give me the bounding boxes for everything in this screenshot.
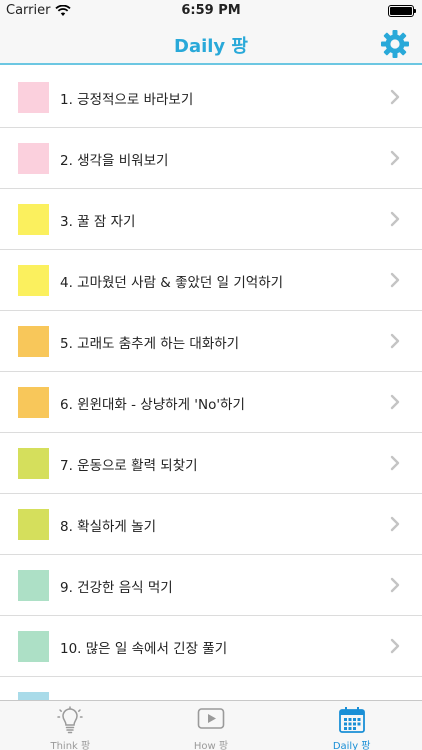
list-item[interactable]: [0, 677, 422, 700]
chevron-right-icon: [390, 394, 400, 410]
color-swatch: [18, 387, 49, 418]
list-item-label: 10. 많은 일 속에서 긴장 풀기: [60, 641, 228, 657]
play-icon: [197, 708, 225, 729]
navigation-bar: Daily 팡: [0, 22, 422, 65]
lightbulb-icon: [57, 706, 84, 734]
list-item-label: 1. 긍정적으로 바라보기: [60, 92, 194, 108]
list-item[interactable]: 8. 확실하게 놀기: [0, 494, 422, 555]
list-item[interactable]: 7. 운동으로 활력 되찾기: [0, 433, 422, 494]
chevron-right-icon: [390, 272, 400, 288]
tab-label: How 팡: [193, 741, 229, 750]
color-swatch: [18, 143, 49, 174]
chevron-right-icon: [390, 89, 400, 105]
gear-icon[interactable]: [380, 29, 410, 59]
list-item-label: 4. 고마웠던 사람 & 좋았던 일 기억하기: [60, 275, 284, 291]
color-swatch: [18, 265, 49, 296]
list-item[interactable]: 3. 꿀 잠 자기: [0, 189, 422, 250]
tab-how[interactable]: How 팡: [141, 701, 282, 750]
chevron-right-icon: [390, 638, 400, 654]
list-item[interactable]: 5. 고래도 춤추게 하는 대화하기: [0, 311, 422, 372]
status-bar: Carrier 6:59 PM: [0, 0, 422, 22]
daily-list: 1. 긍정적으로 바라보기 2. 생각을 비워보기 3. 꿀 잠 자기 4. 고마웠던…: [0, 67, 422, 700]
color-swatch: [18, 448, 49, 479]
status-time: 6:59 PM: [181, 3, 241, 18]
list-item[interactable]: 1. 긍정적으로 바라보기: [0, 67, 422, 128]
list-item[interactable]: 10. 많은 일 속에서 긴장 풀기: [0, 616, 422, 677]
list-item[interactable]: 4. 고마웠던 사람 & 좋았던 일 기억하기: [0, 250, 422, 311]
color-swatch: [18, 631, 49, 662]
list-item-label: 2. 생각을 비워보기: [60, 153, 169, 169]
list-item-label: 7. 운동으로 활력 되찾기: [60, 458, 198, 474]
page-title: Daily 팡: [174, 36, 248, 57]
list-item-label: 8. 확실하게 놀기: [60, 519, 156, 535]
chevron-right-icon: [390, 150, 400, 166]
list-item-label: 5. 고래도 춤추게 하는 대화하기: [60, 336, 240, 352]
list-item-label: 9. 건강한 음식 먹기: [60, 580, 173, 596]
list-item-label: 3. 꿀 잠 자기: [60, 214, 136, 230]
list-item-label: 6. 윈윈대화 - 상냥하게 'No'하기: [60, 397, 245, 413]
color-swatch: [18, 570, 49, 601]
list-item[interactable]: 6. 윈윈대화 - 상냥하게 'No'하기: [0, 372, 422, 433]
chevron-right-icon: [390, 333, 400, 349]
battery-icon: [388, 5, 416, 17]
list-item[interactable]: 2. 생각을 비워보기: [0, 128, 422, 189]
calendar-icon: [338, 707, 365, 733]
tab-think[interactable]: Think 팡: [0, 701, 141, 750]
tab-label: Think 팡: [50, 741, 91, 750]
chevron-right-icon: [390, 577, 400, 593]
color-swatch: [18, 509, 49, 540]
color-swatch: [18, 692, 49, 700]
color-swatch: [18, 204, 49, 235]
tab-bar: Think 팡 How 팡 Daily 팡: [0, 700, 422, 750]
chevron-right-icon: [390, 516, 400, 532]
tab-label: Daily 팡: [332, 741, 371, 750]
chevron-right-icon: [390, 211, 400, 227]
list-item[interactable]: 9. 건강한 음식 먹기: [0, 555, 422, 616]
tab-daily[interactable]: Daily 팡: [281, 701, 422, 750]
chevron-right-icon: [390, 455, 400, 471]
color-swatch: [18, 82, 49, 113]
color-swatch: [18, 326, 49, 357]
